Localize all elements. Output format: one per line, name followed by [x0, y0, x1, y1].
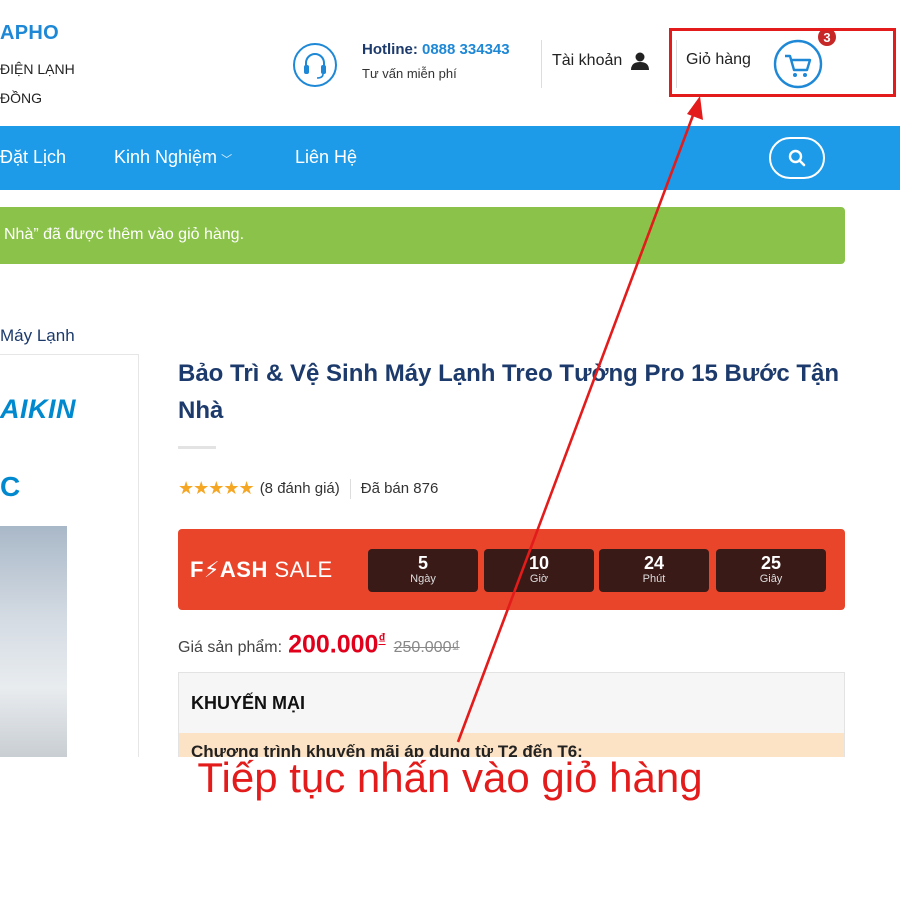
sale-price-value: 200.000: [288, 630, 379, 659]
price-label: Giá sản phẩm:: [178, 639, 283, 657]
search-button[interactable]: [769, 137, 825, 179]
header-divider: [541, 40, 542, 88]
rating-divider: [349, 478, 351, 499]
flash-sale-title-light: SALE: [274, 557, 333, 582]
sale-price: 200.000₫: [288, 630, 386, 659]
account-link[interactable]: Tài khoản: [552, 51, 650, 71]
flash-sale-banner: F⚡ASH SALE 5 Ngày 10 Giờ 24 Phút 25 Giây: [178, 529, 845, 610]
product-image-text: C: [0, 471, 21, 502]
countdown-minutes: 24 Phút: [599, 549, 709, 592]
nav-item-label: Kinh Nghiệm: [114, 147, 218, 167]
screenshot-area: APHO ĐIỆN LẠNH ĐỒNG Hotline: 0888 334343…: [0, 0, 900, 757]
product-brand-logo: AIKIN: [0, 394, 76, 424]
breadcrumb[interactable]: Máy Lạnh: [0, 326, 75, 346]
countdown-number: 10: [528, 553, 550, 573]
gallery-border-top: [0, 354, 139, 355]
price-row: Giá sản phẩm: 200.000₫ 250.000₫: [178, 630, 460, 659]
hotline-subtitle: Tư vấn miễn phí: [362, 66, 457, 81]
product-title: Bảo Trì & Vệ Sinh Máy Lạnh Treo Tường Pr…: [178, 360, 839, 424]
countdown-number: 25: [760, 553, 782, 573]
rating-stars: ★★★★★: [178, 478, 255, 498]
search-icon: [788, 149, 806, 167]
brand-name[interactable]: APHO: [0, 22, 59, 45]
account-label: Tài khoản: [552, 52, 623, 69]
nav-item-lien-he[interactable]: Liên Hệ: [295, 147, 357, 168]
sold-count: Đã bán 876: [360, 480, 439, 497]
hotline-label: Hotline:: [362, 41, 418, 58]
currency-symbol: ₫: [378, 630, 386, 646]
countdown-unit: Giờ: [529, 573, 549, 585]
countdown-seconds: 25 Giây: [716, 549, 826, 592]
countdown-hours: 10 Giờ: [484, 549, 594, 592]
brand-tagline-line1: ĐIỆN LẠNH: [0, 61, 75, 77]
rating-row: ★★★★★ (8 đánh giá) Đã bán 876: [178, 478, 438, 499]
flash-sale-title-bold: F⚡ASH: [190, 557, 268, 582]
nav-item-kinh-nghiem[interactable]: Kinh Nghiệm ﹀: [114, 147, 232, 168]
flash-sale-title: F⚡ASH SALE: [190, 557, 333, 583]
promotion-box: KHUYẾN MẠI Chương trình khuyến mãi áp dụ…: [178, 672, 845, 757]
brand-tagline-line2: ĐỒNG: [0, 90, 42, 106]
hotline[interactable]: Hotline: 0888 334343: [362, 41, 510, 58]
gallery-border-right: [138, 354, 139, 757]
promotion-title: KHUYẾN MẠI: [191, 693, 306, 713]
cart-highlight-box: [669, 28, 896, 97]
countdown-unit: Giây: [759, 573, 783, 585]
countdown-unit: Phút: [642, 573, 666, 585]
title-divider: [178, 446, 216, 449]
headset-icon: [293, 43, 337, 87]
countdown-days: 5 Ngày: [368, 549, 478, 592]
rating-count[interactable]: (8 đánh giá): [260, 480, 340, 497]
instruction-caption: Tiếp tục nhấn vào giỏ hàng: [197, 754, 703, 801]
countdown-number: 24: [643, 553, 665, 573]
nav-item-label: Đặt Lịch: [0, 147, 67, 167]
original-price: 250.000₫: [393, 639, 460, 657]
chevron-down-icon: ﹀: [221, 154, 233, 166]
added-to-cart-notice: Nhà” đã được thêm vào giỏ hàng.: [0, 207, 845, 264]
main-nav: Đặt Lịch Kinh Nghiệm ﹀ Liên Hệ: [0, 126, 900, 190]
nav-item-label: Liên Hệ: [295, 147, 358, 167]
hotline-number[interactable]: 0888 334343: [422, 41, 510, 58]
countdown-unit: Ngày: [410, 573, 436, 585]
product-image[interactable]: [0, 526, 67, 757]
countdown-number: 5: [417, 553, 428, 573]
user-icon: [631, 52, 650, 70]
nav-item-dat-lich[interactable]: Đặt Lịch: [0, 147, 66, 168]
